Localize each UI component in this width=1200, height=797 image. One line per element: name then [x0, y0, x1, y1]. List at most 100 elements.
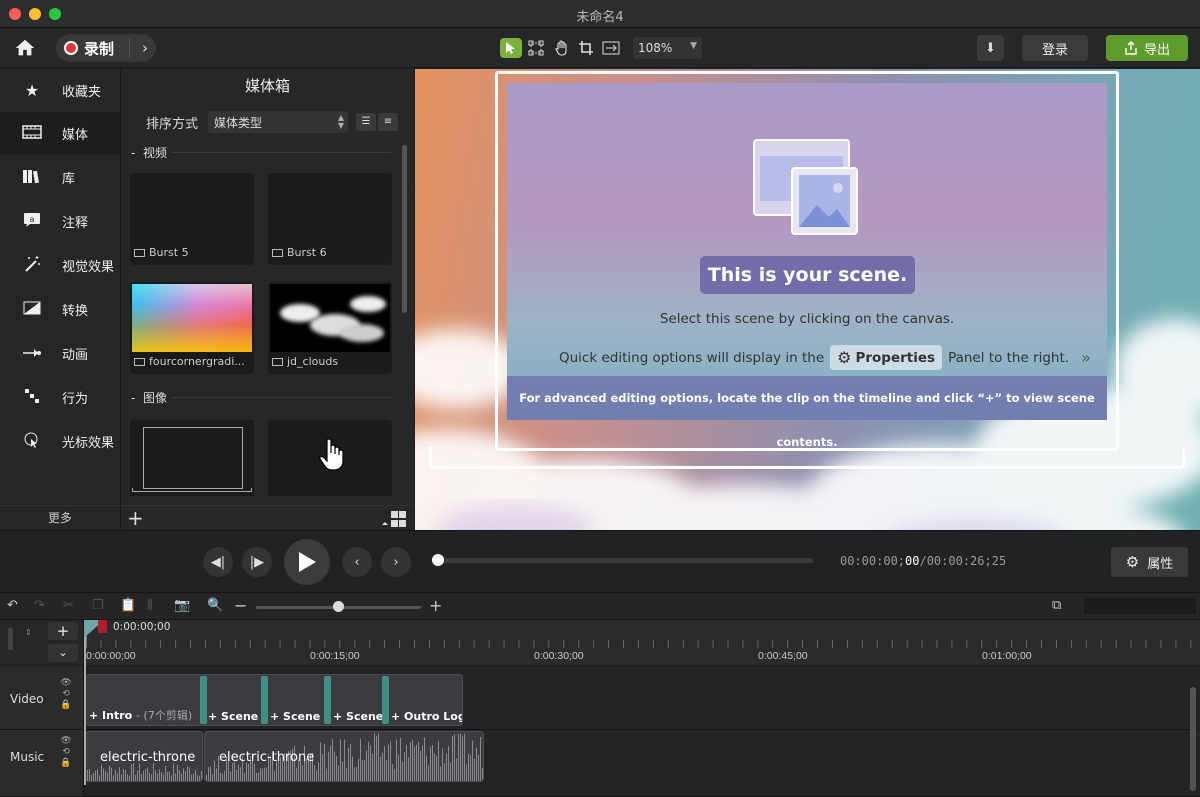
- previous-marker-button[interactable]: ‹: [342, 547, 372, 577]
- section-header-video[interactable]: - 视频: [131, 144, 391, 161]
- waveform-bar: [129, 775, 130, 781]
- lock-icon[interactable]: 🔒: [60, 700, 71, 710]
- timeline-zoom-knob[interactable]: [333, 601, 344, 612]
- waveform-bar: [236, 769, 237, 781]
- video-clip-group[interactable]: + Intro - (7个剪辑) + Scene + Scene 2 + Sce…: [85, 674, 463, 726]
- grid-view-button[interactable]: [381, 510, 407, 532]
- download-button[interactable]: ⬇: [977, 35, 1004, 61]
- track-height-slider[interactable]: [8, 628, 13, 650]
- waveform-bar: [185, 771, 186, 781]
- sidebar-item-visual-effects[interactable]: 视觉效果: [0, 244, 120, 287]
- next-marker-button[interactable]: ›: [381, 547, 411, 577]
- sidebar-item-cursor-effects[interactable]: 光标效果: [0, 420, 120, 463]
- media-item[interactable]: [130, 420, 254, 496]
- waveform-bar: [171, 775, 172, 781]
- pan-tool-button[interactable]: [551, 38, 573, 58]
- waveform-bar: [354, 767, 355, 781]
- zoom-out-button[interactable]: −: [234, 596, 247, 615]
- sidebar-item-annotations[interactable]: a 注释: [0, 200, 120, 243]
- timeline-ruler[interactable]: 0:00:00;00 0:00:15;00 0:00:30;00 0:00:45…: [84, 620, 1200, 665]
- bin-scrollbar[interactable]: [402, 145, 407, 313]
- select-tool-button[interactable]: [500, 38, 522, 58]
- zoom-fit-button[interactable]: 🔍: [207, 598, 223, 613]
- sidebar-item-favorites[interactable]: ★ 收藏夹: [0, 69, 120, 112]
- media-item[interactable]: [268, 420, 392, 496]
- detail-view-button[interactable]: ☰: [356, 113, 376, 131]
- timeline-search[interactable]: [1084, 598, 1196, 614]
- sort-order-button[interactable]: ≡: [378, 113, 398, 131]
- audio-clip[interactable]: electric-throne: [85, 731, 203, 782]
- cut-button[interactable]: ✂: [63, 598, 74, 613]
- crop-tool-button[interactable]: [575, 38, 597, 58]
- waveform-bar: [394, 768, 395, 781]
- timeline-scrollbar[interactable]: [1190, 687, 1196, 791]
- detach-timeline-button[interactable]: ⧉: [1052, 598, 1061, 613]
- video-file-icon: [272, 357, 283, 366]
- preview-canvas[interactable]: This is your scene. Select this scene by…: [415, 69, 1200, 530]
- media-item[interactable]: fourcornergradi...: [130, 282, 254, 374]
- add-media-button[interactable]: +: [127, 506, 144, 530]
- undo-button[interactable]: ↶: [7, 598, 18, 613]
- waveform-bar: [364, 759, 365, 781]
- track-music[interactable]: Music 👁 ⟲ 🔒 electric-throne electric-thron…: [0, 730, 1200, 797]
- eye-icon[interactable]: 👁: [60, 678, 71, 688]
- playhead-out-marker[interactable]: [98, 620, 107, 633]
- section-header-image[interactable]: - 图像: [131, 389, 391, 406]
- sidebar-item-library[interactable]: 库: [0, 156, 120, 199]
- zoom-select[interactable]: 108% ▼: [633, 37, 702, 59]
- sort-select[interactable]: 媒体类型 ▲ ▼: [208, 111, 348, 133]
- home-button[interactable]: [12, 36, 38, 60]
- transition-marker[interactable]: [382, 676, 389, 724]
- media-item[interactable]: Burst 5: [130, 173, 254, 265]
- record-button[interactable]: 录制 ›: [56, 34, 156, 62]
- waveform-bar: [480, 737, 481, 781]
- waveform-bar: [99, 775, 100, 781]
- media-item[interactable]: jd_clouds: [268, 282, 392, 374]
- sidebar-item-behaviors[interactable]: 行为: [0, 376, 120, 419]
- more-button[interactable]: 更多: [0, 505, 120, 530]
- chevron-right-icon[interactable]: ›: [142, 39, 148, 57]
- link-icon[interactable]: ⟲: [62, 747, 70, 757]
- transition-marker[interactable]: [261, 676, 268, 724]
- properties-button[interactable]: ⚙ 属性: [1111, 547, 1188, 577]
- step-forward-button[interactable]: |▶: [242, 547, 272, 577]
- waveform-bar: [476, 747, 477, 781]
- waveform-bar: [187, 766, 188, 781]
- track-name: Music: [10, 750, 45, 764]
- audio-clip[interactable]: electric-throne: [204, 731, 484, 782]
- scrub-knob[interactable]: [432, 554, 444, 566]
- transition-icon: [22, 300, 42, 319]
- transform-tool-button[interactable]: [525, 38, 547, 58]
- star-icon: ★: [24, 81, 40, 100]
- link-icon[interactable]: ⟲: [62, 689, 70, 699]
- zoom-handle-icon[interactable]: ⇕: [25, 628, 32, 637]
- fit-tool-button[interactable]: [600, 38, 622, 58]
- eye-icon[interactable]: 👁: [60, 736, 71, 746]
- sidebar-item-transitions[interactable]: 转换: [0, 288, 120, 331]
- split-button[interactable]: ⫼: [147, 598, 153, 613]
- waveform-bar: [316, 770, 317, 781]
- add-track-button[interactable]: +: [48, 622, 78, 640]
- snapshot-button[interactable]: 📷: [174, 598, 190, 613]
- scrub-track[interactable]: [437, 558, 813, 563]
- waveform-bar: [426, 755, 427, 781]
- copy-button[interactable]: ❐: [92, 598, 104, 613]
- lock-icon[interactable]: 🔒: [60, 758, 71, 768]
- zoom-in-button[interactable]: +: [429, 596, 442, 615]
- track-video[interactable]: Video 👁 ⟲ 🔒 + Intro - (7个剪辑) + Scene + Sce…: [0, 666, 1200, 730]
- sidebar-item-media[interactable]: 媒体: [0, 112, 120, 155]
- media-item[interactable]: Burst 6: [268, 173, 392, 265]
- waveform-bar: [358, 758, 359, 781]
- transition-marker[interactable]: [324, 676, 331, 724]
- export-button[interactable]: 导出: [1106, 35, 1188, 61]
- ruler-label: 0:00:45;00: [758, 650, 808, 662]
- sidebar-item-animations[interactable]: 动画: [0, 332, 120, 375]
- step-back-button[interactable]: ◀|: [203, 547, 233, 577]
- paste-button[interactable]: 📋: [120, 598, 136, 613]
- login-button[interactable]: 登录: [1022, 35, 1088, 61]
- transition-marker[interactable]: [200, 676, 207, 724]
- redo-button[interactable]: ↷: [34, 598, 45, 613]
- playhead-line[interactable]: [84, 620, 86, 785]
- track-options-button[interactable]: ⌄: [48, 644, 78, 662]
- play-button[interactable]: [284, 539, 330, 585]
